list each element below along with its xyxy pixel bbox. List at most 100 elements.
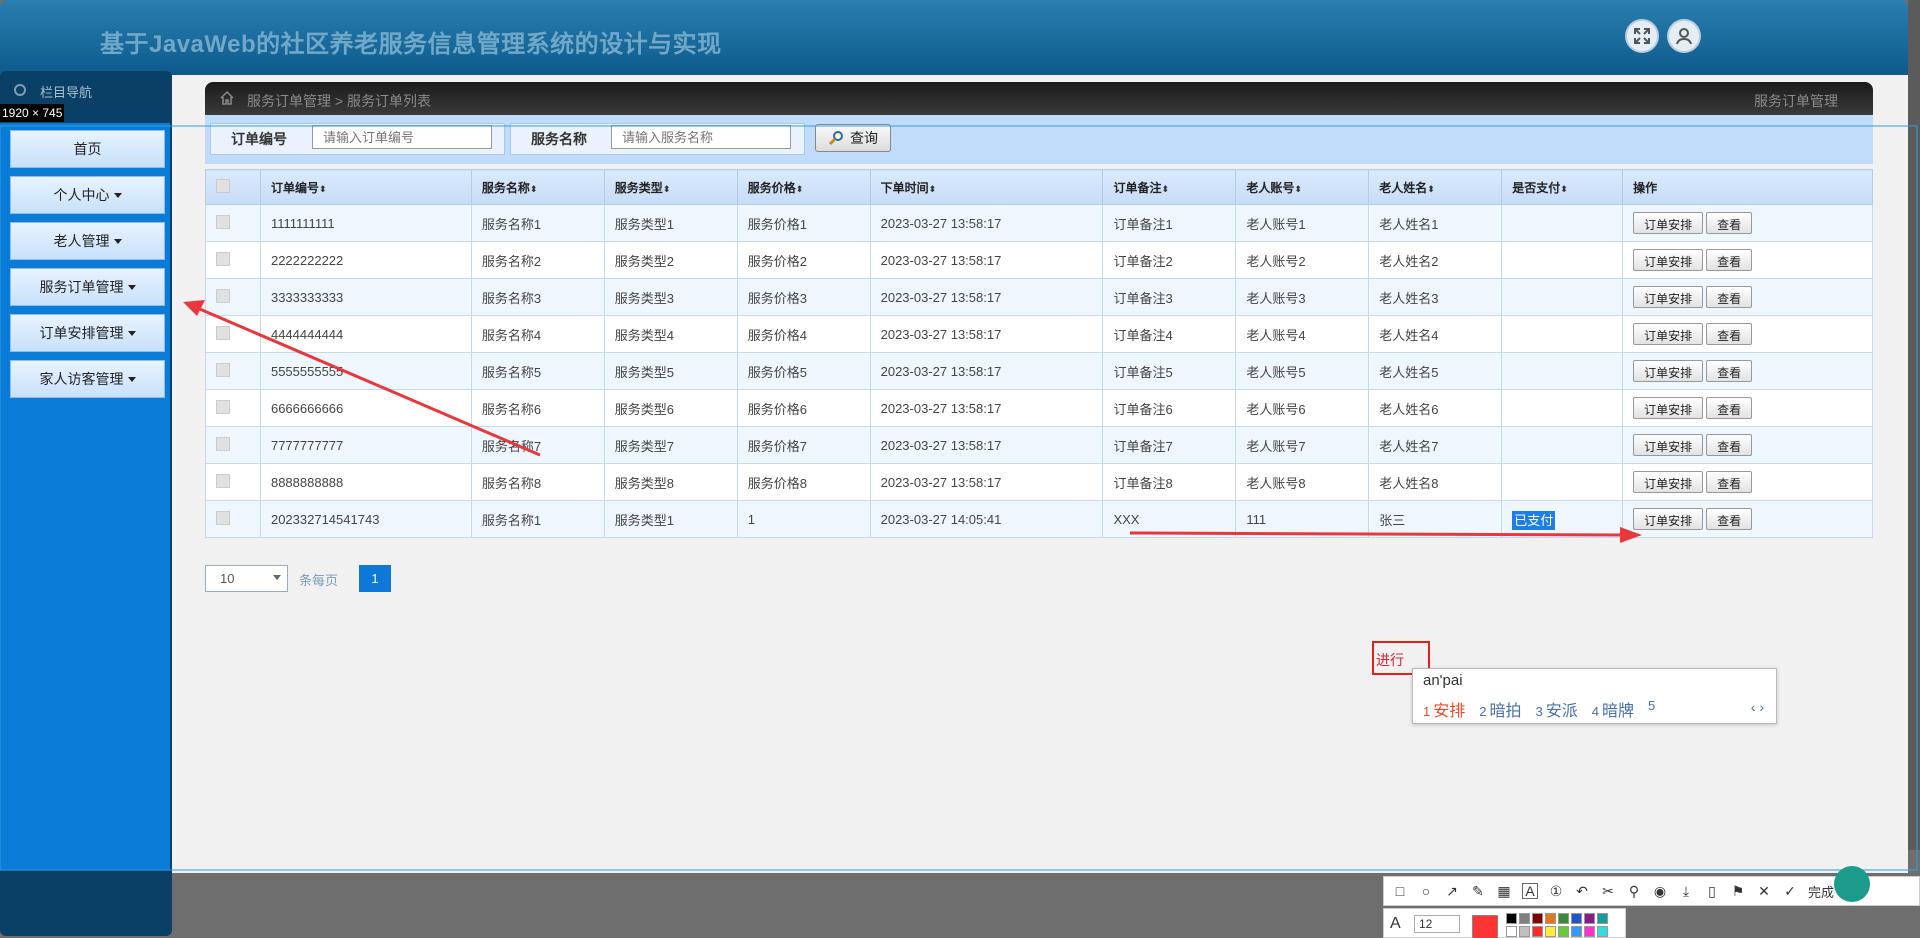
column-header[interactable]: 老人账号⬍ <box>1235 169 1370 205</box>
close-icon[interactable]: ✕ <box>1756 883 1772 899</box>
arrange-order-button[interactable]: 订单安排 <box>1633 471 1704 493</box>
window-scrollbar[interactable] <box>1908 0 1920 850</box>
home-icon[interactable] <box>219 90 235 106</box>
user-button[interactable] <box>1667 19 1701 53</box>
color-swatch[interactable] <box>1558 913 1569 924</box>
query-button[interactable]: 查询 <box>815 124 891 152</box>
column-header[interactable]: 订单备注⬍ <box>1102 169 1237 205</box>
color-swatch[interactable] <box>1597 913 1608 924</box>
arrange-order-button[interactable]: 订单安排 <box>1633 286 1704 308</box>
color-swatch[interactable] <box>1519 913 1530 924</box>
sidebar-item-elderly-management[interactable]: 老人管理 <box>10 222 165 260</box>
page-number-button[interactable]: 1 <box>359 565 391 592</box>
mosaic-icon[interactable]: ▦ <box>1496 883 1512 899</box>
view-button[interactable]: 查看 <box>1706 249 1753 271</box>
column-header[interactable]: 服务类型⬍ <box>603 169 738 205</box>
ime-candidate[interactable]: 3 安派 <box>1536 697 1578 721</box>
ime-candidate[interactable]: 1 安排 <box>1423 697 1465 721</box>
sidebar-item-home[interactable]: 首页 <box>10 130 165 168</box>
check-icon[interactable]: ✓ <box>1782 883 1798 899</box>
color-swatch[interactable] <box>1506 926 1517 937</box>
column-header[interactable]: 老人姓名⬍ <box>1368 169 1503 205</box>
column-header[interactable]: 订单编号⬍ <box>259 169 472 205</box>
order-no-input[interactable] <box>312 125 492 149</box>
pin-icon[interactable]: ⚲ <box>1626 883 1642 899</box>
number-icon[interactable]: ① <box>1548 883 1564 899</box>
table-cell-name: 老人姓名5 <box>1368 352 1503 390</box>
arrange-order-button[interactable]: 订单安排 <box>1633 323 1704 345</box>
row-checkbox[interactable] <box>216 510 230 525</box>
view-button[interactable]: 查看 <box>1706 212 1753 234</box>
color-swatch[interactable] <box>1558 926 1569 937</box>
row-checkbox[interactable] <box>216 251 230 266</box>
pen-icon[interactable]: ✎ <box>1470 883 1486 899</box>
color-swatch[interactable] <box>1532 913 1543 924</box>
ime-page-nav[interactable]: ‹ › <box>1751 699 1764 715</box>
color-swatch[interactable] <box>1506 913 1517 924</box>
sidebar-item-order-arrangement-management[interactable]: 订单安排管理 <box>10 314 165 352</box>
current-color-swatch[interactable] <box>1472 915 1498 938</box>
arrange-order-button[interactable]: 订单安排 <box>1633 212 1704 234</box>
arrange-order-button[interactable]: 订单安排 <box>1633 434 1704 456</box>
color-swatch[interactable] <box>1545 926 1556 937</box>
record-icon[interactable]: ◉ <box>1652 883 1668 899</box>
color-swatch[interactable] <box>1545 913 1556 924</box>
table-cell-order-no: 3333333333 <box>259 278 472 316</box>
color-swatch[interactable] <box>1532 926 1543 937</box>
undo-icon[interactable]: ↶ <box>1574 883 1590 899</box>
font-size-select[interactable]: 12 <box>1414 915 1460 933</box>
row-select-cell <box>205 352 261 390</box>
cut-icon[interactable]: ✂ <box>1600 883 1616 899</box>
row-checkbox[interactable] <box>216 362 230 377</box>
sidebar-item-personal-center[interactable]: 个人中心 <box>10 176 165 214</box>
column-header[interactable]: 服务名称⬍ <box>470 169 605 205</box>
view-button[interactable]: 查看 <box>1706 471 1753 493</box>
arrow-icon[interactable]: ↗ <box>1444 883 1460 899</box>
rectangle-icon[interactable]: □ <box>1392 883 1408 899</box>
arrange-order-button[interactable]: 订单安排 <box>1633 397 1704 419</box>
sidebar-item-service-order-management[interactable]: 服务订单管理 <box>10 268 165 306</box>
ellipse-icon[interactable]: ○ <box>1418 883 1434 899</box>
view-button[interactable]: 查看 <box>1706 508 1753 530</box>
ime-candidate[interactable]: 4 暗牌 <box>1592 697 1634 721</box>
view-button[interactable]: 查看 <box>1706 323 1753 345</box>
color-swatch[interactable] <box>1584 913 1595 924</box>
column-header[interactable]: 是否支付⬍ <box>1501 169 1624 205</box>
view-button[interactable]: 查看 <box>1706 360 1753 382</box>
row-checkbox[interactable] <box>216 473 230 488</box>
download-icon[interactable]: ⤓ <box>1678 883 1694 899</box>
row-checkbox[interactable] <box>216 288 230 303</box>
view-button[interactable]: 查看 <box>1706 397 1753 419</box>
color-swatch[interactable] <box>1571 926 1582 937</box>
done-button[interactable]: 完成 <box>1808 882 1834 901</box>
assistant-bubble-icon[interactable] <box>1834 866 1870 902</box>
color-swatch[interactable] <box>1571 913 1582 924</box>
table-cell-account: 老人账号2 <box>1235 241 1370 279</box>
bookmark-icon[interactable]: ⚑ <box>1730 883 1746 899</box>
service-name-input[interactable] <box>611 125 791 149</box>
view-button[interactable]: 查看 <box>1706 286 1753 308</box>
column-header[interactable]: 下单时间⬍ <box>869 169 1104 205</box>
color-swatch[interactable] <box>1519 926 1530 937</box>
row-checkbox[interactable] <box>216 214 230 229</box>
ime-candidate[interactable]: 2 暗拍 <box>1479 697 1521 721</box>
row-select-cell <box>205 463 261 501</box>
text-icon[interactable]: A <box>1522 883 1538 899</box>
sidebar-item-visitor-management[interactable]: 家人访客管理 <box>10 360 165 398</box>
fullscreen-button[interactable] <box>1625 19 1659 53</box>
page-size-select[interactable]: 10 <box>205 565 288 592</box>
arrange-order-button[interactable]: 订单安排 <box>1633 249 1704 271</box>
view-button[interactable]: 查看 <box>1706 434 1753 456</box>
arrange-order-button[interactable]: 订单安排 <box>1633 360 1704 382</box>
ime-candidate[interactable]: 5 <box>1648 697 1658 721</box>
search-bar: 订单编号 服务名称 查询 <box>205 115 1873 164</box>
row-checkbox[interactable] <box>216 436 230 451</box>
save-icon[interactable]: ▯ <box>1704 883 1720 899</box>
row-checkbox[interactable] <box>216 325 230 340</box>
color-swatch[interactable] <box>1584 926 1595 937</box>
select-all-checkbox[interactable] <box>216 178 230 193</box>
column-header[interactable]: 服务价格⬍ <box>736 169 871 205</box>
color-swatch[interactable] <box>1597 926 1608 937</box>
row-checkbox[interactable] <box>216 399 230 414</box>
arrange-order-button[interactable]: 订单安排 <box>1633 508 1704 530</box>
